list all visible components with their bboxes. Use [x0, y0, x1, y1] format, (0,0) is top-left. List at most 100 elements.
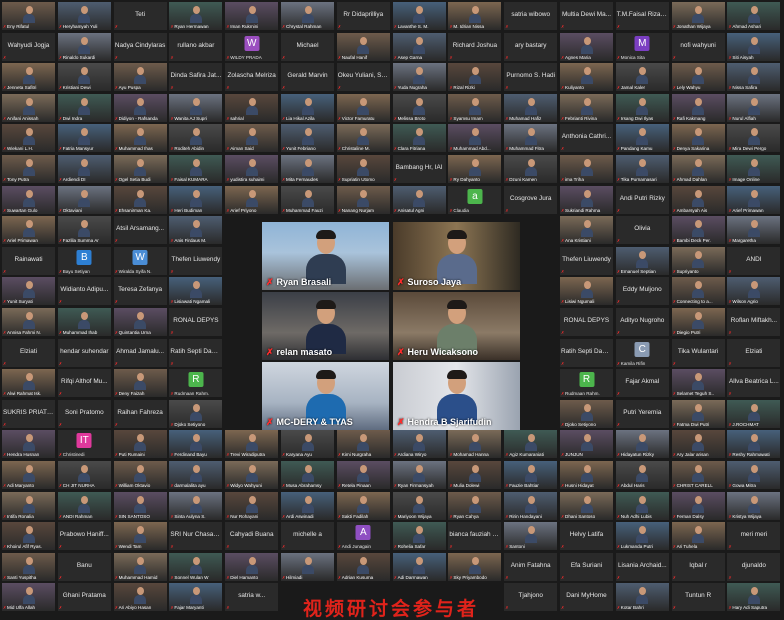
participant-tile[interactable]: Raihan Fahreza ✗	[113, 399, 167, 428]
participant-tile[interactable]: Muhammad Hamid ✗	[113, 552, 167, 581]
participant-tile[interactable]: Anthonia Cathri... ✗	[560, 124, 613, 153]
participant-tile[interactable]: Fatria Mansyur ✗	[57, 124, 111, 153]
participant-tile[interactable]: Efa Suriani ✗	[560, 552, 613, 581]
participant-tile[interactable]: Emanuel Septian ✗	[615, 246, 669, 275]
participant-tile[interactable]: Clara Fitriana ✗	[392, 124, 446, 153]
participant-tile[interactable]: ary bastary ✗	[504, 32, 558, 61]
participant-tile[interactable]: Anis Firdaus M. ✗	[169, 216, 223, 245]
participant-tile[interactable]: Prabowo Haniff... ✗	[57, 522, 111, 551]
speaker-tile[interactable]: ✗ relan masato	[262, 292, 389, 360]
participant-tile[interactable]: Fazlila Summa Ar ✗	[57, 216, 111, 245]
participant-tile[interactable]: Nuh Adhi Lubis ✗	[615, 491, 669, 520]
participant-tile[interactable]: Kristya Wijaya ✗	[727, 491, 781, 520]
participant-tile[interactable]: A Andi Junagain ✗	[336, 522, 390, 551]
participant-tile[interactable]: Kotar Bahri ✗	[615, 583, 669, 612]
participant-tile[interactable]: Christaline M. ✗	[336, 124, 390, 153]
participant-tile[interactable]: Didiyon - Rafsanda ✗	[113, 93, 167, 122]
participant-tile[interactable]: Ririn Handayani ✗	[504, 491, 558, 520]
participant-tile[interactable]: Ariel Primawan ✗	[2, 216, 55, 245]
participant-tile[interactable]: Rr Didaprilliya ✗	[336, 2, 390, 30]
speaker-tile[interactable]: ✗ Heru Wicaksono	[393, 292, 520, 360]
participant-tile[interactable]: Faisal KUMARA ✗	[169, 155, 223, 183]
participant-tile[interactable]: Ehsanirman Ka. ✗	[113, 185, 167, 214]
participant-tile[interactable]: Ardiendi DI ✗	[57, 155, 111, 183]
participant-tile[interactable]: Connecting to a... ✗	[671, 277, 725, 306]
participant-tile[interactable]: Cosgrove Jura ✗	[504, 185, 558, 214]
participant-tile[interactable]: Fernan Dalsy ✗	[671, 491, 725, 520]
participant-tile[interactable]: Victor Famuratu ✗	[336, 93, 390, 122]
participant-tile[interactable]: Wilson Agrio ✗	[727, 277, 781, 306]
participant-tile[interactable]: Supriyanto ✗	[671, 246, 725, 275]
participant-tile[interactable]: Hidayatun Rizky ✗	[615, 430, 669, 459]
participant-tile[interactable]: Karyana Ayu ✗	[281, 430, 334, 459]
participant-tile[interactable]: Mulia Dolewi ✗	[448, 461, 502, 489]
participant-tile[interactable]: Rohelia Safar ✗	[392, 522, 446, 551]
participant-tile[interactable]: Kuliyanto ✗	[560, 63, 613, 92]
participant-tile[interactable]: Tony Putra ✗	[2, 155, 55, 183]
participant-tile[interactable]: Deny Faizah ✗	[113, 369, 167, 398]
participant-tile[interactable]: Cahyadi Buana ✗	[225, 522, 279, 551]
participant-tile[interactable]: Tika Purnamasari ✗	[615, 155, 669, 183]
participant-tile[interactable]: Puti Rumaini ✗	[113, 430, 167, 459]
participant-tile[interactable]: Fajar Maryanti ✗	[169, 583, 223, 612]
participant-tile[interactable]: Ryan Hermawan ✗	[169, 2, 223, 30]
participant-tile[interactable]: Dwi Indra ✗	[57, 93, 111, 122]
participant-tile[interactable]: Wanita AJ Supri ✗	[169, 93, 223, 122]
participant-tile[interactable]: Jenneta Safitri ✗	[2, 63, 55, 92]
participant-tile[interactable]: Yunit Suryati ✗	[2, 277, 55, 306]
participant-tile[interactable]: Sakti Fadilah ✗	[336, 491, 390, 520]
participant-tile[interactable]: Diegio Putri ✗	[671, 308, 725, 336]
participant-tile[interactable]: Ry Dahyanto ✗	[448, 155, 502, 183]
participant-tile[interactable]: Thefen Liuwendy ✗	[169, 246, 223, 275]
participant-tile[interactable]: Dani MyHome ✗	[560, 583, 613, 612]
participant-tile[interactable]: Selamet Teguh S.. ✗	[671, 369, 725, 398]
participant-tile[interactable]: Ahmad Jamalu... ✗	[113, 338, 167, 367]
participant-tile[interactable]: Sky Priyambodo ✗	[448, 552, 502, 581]
participant-tile[interactable]: Lely Wahyu ✗	[671, 63, 725, 92]
participant-tile[interactable]: Rinaldo Sukardi ✗	[57, 32, 111, 61]
participant-tile[interactable]: Nissa Safira ✗	[727, 63, 781, 92]
participant-tile[interactable]: Wahyudi Jogja ✗	[2, 32, 55, 61]
participant-tile[interactable]: hendar suhendar ✗	[57, 338, 111, 367]
participant-tile[interactable]: rullano akbar ✗	[169, 32, 223, 61]
speaker-tile[interactable]: ✗ Suroso Jaya	[393, 222, 520, 290]
participant-tile[interactable]: ANDI Rahman ✗	[57, 491, 111, 520]
participant-tile[interactable]: Dhani Santoso ✗	[560, 491, 613, 520]
participant-tile[interactable]: Chrystal Rahman ✗	[281, 2, 334, 30]
participant-tile[interactable]: Nur Rohayani ✗	[225, 491, 279, 520]
participant-tile[interactable]: Eddy Muljono ✗	[615, 277, 669, 306]
participant-tile[interactable]: Kristiani Dewi ✗	[57, 63, 111, 92]
speaker-tile[interactable]: ✗ Ryan Brasali	[262, 222, 389, 290]
participant-tile[interactable]: Roditeh Abidin ✗	[169, 124, 223, 153]
participant-tile[interactable]: Soni Pratomo ✗	[57, 399, 111, 428]
participant-tile[interactable]: Diel Hamanto ✗	[225, 552, 279, 581]
participant-tile[interactable]: Lisiwi Ngumali ✗	[560, 277, 613, 306]
participant-tile[interactable]: Denya Sakarina ✗	[671, 124, 725, 153]
participant-tile[interactable]: Rainawati ✗	[2, 246, 55, 275]
participant-tile[interactable]: Hendra Husnan ✗	[2, 430, 55, 459]
participant-tile[interactable]: Ari Abiyo Hasan ✗	[113, 583, 167, 612]
participant-tile[interactable]: Roflan Miftakh... ✗	[727, 308, 781, 336]
participant-tile[interactable]: nofi wahyuni ✗	[671, 32, 725, 61]
participant-tile[interactable]: SUKRIS PRIATMO ✗	[2, 399, 55, 428]
participant-tile[interactable]: JUNJUN ✗	[560, 430, 613, 459]
participant-tile[interactable]: RONAL DEPYS ✗	[560, 308, 613, 336]
participant-tile[interactable]: Eny Rifatul ✗	[2, 2, 55, 30]
participant-tile[interactable]: Muhammad Abd... ✗	[448, 124, 502, 153]
participant-tile[interactable]: Mohamad Hanna ✗	[448, 430, 502, 459]
participant-tile[interactable]: Rifqi Althof Mu... ✗	[57, 369, 111, 398]
participant-tile[interactable]: SIN SANTOSO ✗	[113, 491, 167, 520]
participant-tile[interactable]: Naufal Hanif ✗	[336, 32, 390, 61]
speaker-tile[interactable]: ✗ Hendra B Sjarifudin	[393, 362, 520, 430]
participant-tile[interactable]: W Wiralda Syifa N. ✗	[113, 246, 167, 275]
participant-tile[interactable]: satria wibowo ✗	[504, 2, 558, 30]
participant-tile[interactable]: Musa Abrahamsy ✗	[281, 461, 334, 489]
participant-tile[interactable]: Agiz Kumaraniati ✗	[504, 430, 558, 459]
participant-tile[interactable]: Lisania Archaid... ✗	[615, 552, 669, 581]
participant-tile[interactable]: Ratih Septi Dam... ✗	[169, 338, 223, 367]
participant-tile[interactable]: Thefen Liuwendy ✗	[560, 246, 613, 275]
participant-tile[interactable]: Syamsu Imam ✗	[448, 93, 502, 122]
participant-tile[interactable]: Ardi Aswinadi ✗	[281, 491, 334, 520]
participant-tile[interactable]: Aiman Said ✗	[225, 124, 279, 153]
participant-tile[interactable]: Gerald Marvin ✗	[281, 63, 334, 92]
